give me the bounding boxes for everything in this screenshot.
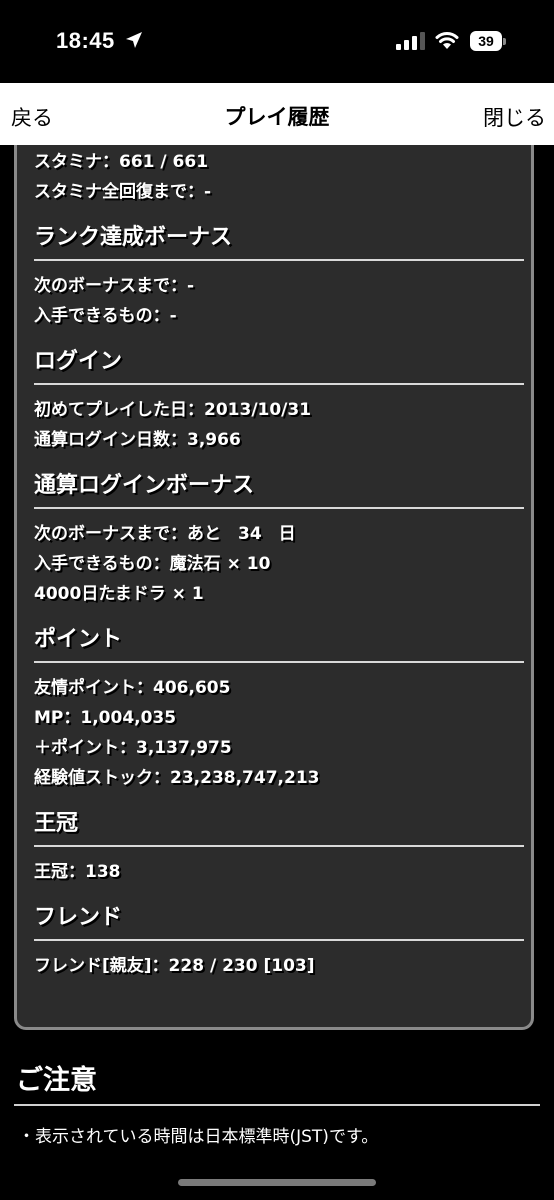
friends-count: フレンド[親友]：228 / 230 [103]	[34, 956, 315, 976]
play-history-panel: スタミナ：661 / 661 スタミナ全回復まで：- ランク達成ボーナス 次のボ…	[14, 120, 534, 1030]
rank-bonus-reward: 入手できるもの：-	[34, 306, 177, 326]
status-time: 18:45	[56, 28, 115, 53]
login-bonus-next: 次のボーナスまで：あと 34 日	[34, 524, 296, 544]
battery-level: 39	[478, 33, 494, 49]
section-divider	[34, 259, 524, 261]
play-history-content: スタミナ：661 / 661 スタミナ全回復まで：- ランク達成ボーナス 次のボ…	[34, 147, 524, 981]
login-bonus-reward-1: 入手できるもの：魔法石 × 10	[34, 554, 271, 574]
rank-bonus-next: 次のボーナスまで：-	[34, 276, 195, 296]
points-mp: MP：1,004,035	[34, 708, 177, 728]
login-first-play: 初めてプレイした日：2013/10/31	[34, 400, 312, 420]
section-title-friends: フレンド	[34, 905, 123, 930]
login-total-days: 通算ログイン日数：3,966	[34, 430, 241, 450]
points-friendship: 友情ポイント：406,605	[34, 678, 231, 698]
stamina-full-recovery: スタミナ全回復まで：-	[34, 182, 212, 202]
section-title-rank-bonus: ランク達成ボーナス	[34, 225, 233, 250]
stamina-current: スタミナ：661 / 661	[34, 152, 209, 172]
home-indicator[interactable]	[178, 1179, 376, 1186]
section-title-crown: 王冠	[34, 811, 79, 836]
section-title-login-bonus: 通算ログインボーナス	[34, 473, 255, 498]
page-title: プレイ履歴	[224, 105, 330, 129]
wifi-icon	[435, 32, 459, 49]
status-bar: 18:45 39	[0, 0, 554, 82]
points-exp-stock: 経験値ストック：23,238,747,213	[34, 768, 320, 788]
section-divider	[34, 939, 524, 941]
section-divider	[34, 507, 524, 509]
section-divider	[34, 661, 524, 663]
cellular-signal-icon	[396, 32, 425, 50]
battery-icon: 39	[470, 31, 506, 51]
close-button[interactable]: 閉じる	[483, 102, 546, 132]
notes-divider	[14, 1104, 540, 1106]
login-bonus-reward-2: 4000日たまドラ × 1	[34, 584, 204, 604]
notes-title: ご注意	[16, 1065, 97, 1096]
navigation-bar: 戻る プレイ履歴 閉じる	[0, 83, 554, 145]
crown-count: 王冠：138	[34, 862, 121, 882]
location-arrow-icon	[126, 32, 142, 48]
section-title-login: ログイン	[34, 349, 123, 374]
section-title-points: ポイント	[34, 627, 123, 652]
points-plus: ＋ポイント：3,137,975	[34, 738, 232, 758]
notes-text: ・表示されている時間は日本標準時(JST)です。	[18, 1127, 379, 1147]
section-divider	[34, 383, 524, 385]
section-divider	[34, 845, 524, 847]
